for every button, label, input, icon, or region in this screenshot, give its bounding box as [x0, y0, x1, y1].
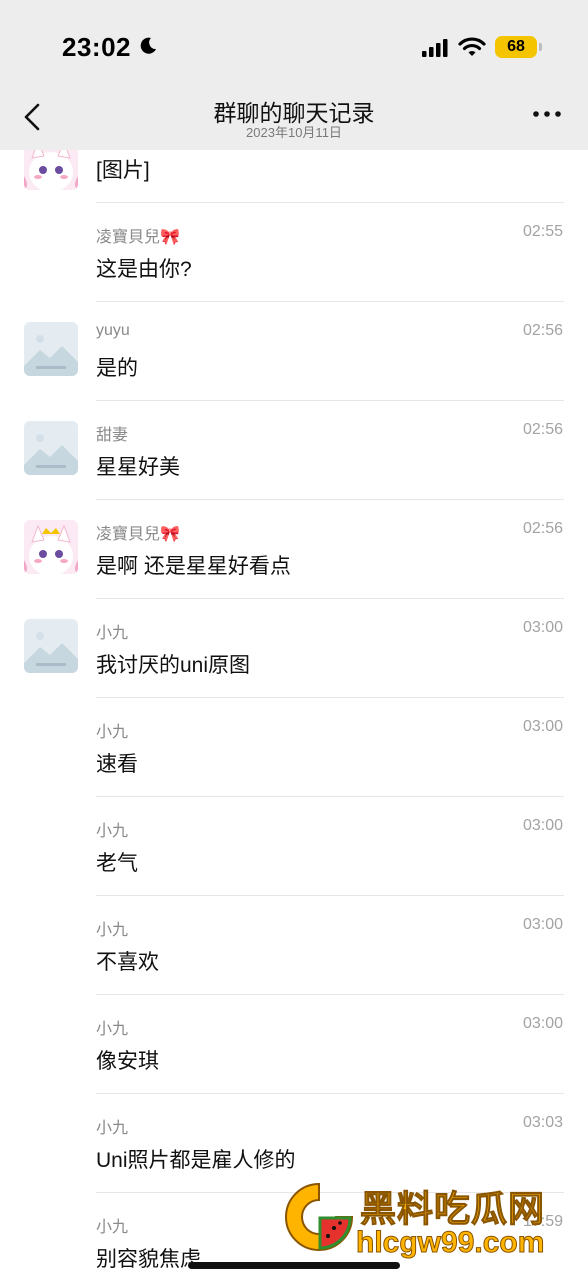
sender-name: 小九 — [96, 823, 129, 840]
sender-name: yuyu — [96, 322, 130, 339]
watermelon-logo-icon — [285, 1182, 354, 1251]
list-item[interactable]: 凌寶貝兒🎀 02:56 是啊 还是星星好看点 — [0, 500, 588, 599]
message-text: 我讨厌的uni原图 — [96, 654, 251, 677]
list-item[interactable]: 甜妻 02:56 星星好美 — [0, 401, 588, 500]
status-bar: 23:02 68 — [0, 0, 588, 90]
sender-name: 小九 — [96, 625, 129, 642]
message-text: 星星好美 — [96, 456, 180, 479]
list-item[interactable]: 凌寶貝兒🎀 02:55 这是由你? — [0, 203, 588, 302]
avatar[interactable] — [24, 322, 78, 376]
status-time: 23:02 — [62, 32, 131, 62]
page-subtitle: 2023年10月11日 — [246, 125, 342, 140]
message-time: 02:56 — [522, 322, 563, 339]
list-item[interactable]: 小九 03:00 我讨厌的uni原图 — [0, 599, 588, 698]
sender-name: 小九 — [96, 922, 129, 939]
sender-name: 小九 — [96, 724, 129, 741]
message-text: 老气 — [96, 852, 138, 875]
message-time: 03:00 — [522, 1015, 563, 1032]
message-text: 速看 — [96, 753, 138, 776]
list-item[interactable]: 小九 03:00 速看 — [0, 698, 588, 797]
message-text: 不喜欢 — [96, 951, 159, 974]
message-time: 02:55 — [522, 223, 563, 240]
sender-name: 小九 — [96, 1219, 129, 1236]
sender-name: 凌寶貝兒🎀 — [96, 229, 180, 246]
message-text: 这是由你? — [96, 258, 192, 281]
message-time: 03:03 — [522, 1114, 563, 1131]
list-item[interactable]: yuyu 02:56 是的 — [0, 302, 588, 401]
battery-icon: 68 — [495, 36, 537, 58]
watermark-title: 黑料吃瓜网 — [359, 1188, 546, 1230]
nav-bar: 群聊的聊天记录 2023年10月11日 — [0, 90, 588, 150]
message-text: 是的 — [96, 357, 138, 380]
message-time: 02:56 — [522, 421, 563, 438]
avatar[interactable] — [24, 619, 78, 673]
message-text: 像安琪 — [96, 1050, 159, 1073]
battery-cap — [539, 43, 542, 51]
sender-name: 凌寶貝兒🎀 — [96, 526, 180, 543]
list-item[interactable]: 小九 03:00 像安琪 — [0, 995, 588, 1094]
list-item[interactable]: 小九 03:00 老气 — [0, 797, 588, 896]
message-time: 03:00 — [522, 718, 563, 735]
message-time: 03:00 — [522, 916, 563, 933]
signal-icon — [422, 39, 448, 57]
message-text: Uni照片都是雇人修的 — [96, 1149, 296, 1172]
wifi-icon — [458, 37, 486, 56]
message-text: [图片] — [96, 159, 150, 182]
sender-name: 小九 — [96, 1021, 129, 1038]
watermark-url: hlcgw99.com — [355, 1226, 545, 1260]
list-item[interactable]: 小九 03:00 不喜欢 — [0, 896, 588, 995]
message-time: 02:56 — [522, 520, 563, 537]
message-time: 03:00 — [522, 619, 563, 636]
watermark: 黑料吃瓜网 hlcgw99.com — [280, 1176, 580, 1272]
message-text: 是啊 还是星星好看点 — [96, 555, 291, 578]
home-indicator[interactable] — [188, 1262, 400, 1269]
avatar[interactable] — [24, 520, 78, 574]
more-icon[interactable] — [532, 108, 562, 120]
message-time: 03:00 — [522, 817, 563, 834]
battery-level: 68 — [507, 38, 525, 55]
sender-name: 甜妻 — [96, 427, 129, 444]
chat-history-list[interactable]: [图片] 凌寶貝兒🎀 02:55 这是由你? yuyu 02:56 是的 甜妻 … — [0, 150, 588, 1280]
message-text: 别容貌焦虑 — [96, 1248, 201, 1271]
avatar[interactable] — [24, 150, 78, 190]
sender-name: 小九 — [96, 1120, 129, 1137]
avatar[interactable] — [24, 421, 78, 475]
moon-icon — [140, 37, 156, 54]
list-item[interactable]: [图片] — [0, 150, 588, 203]
